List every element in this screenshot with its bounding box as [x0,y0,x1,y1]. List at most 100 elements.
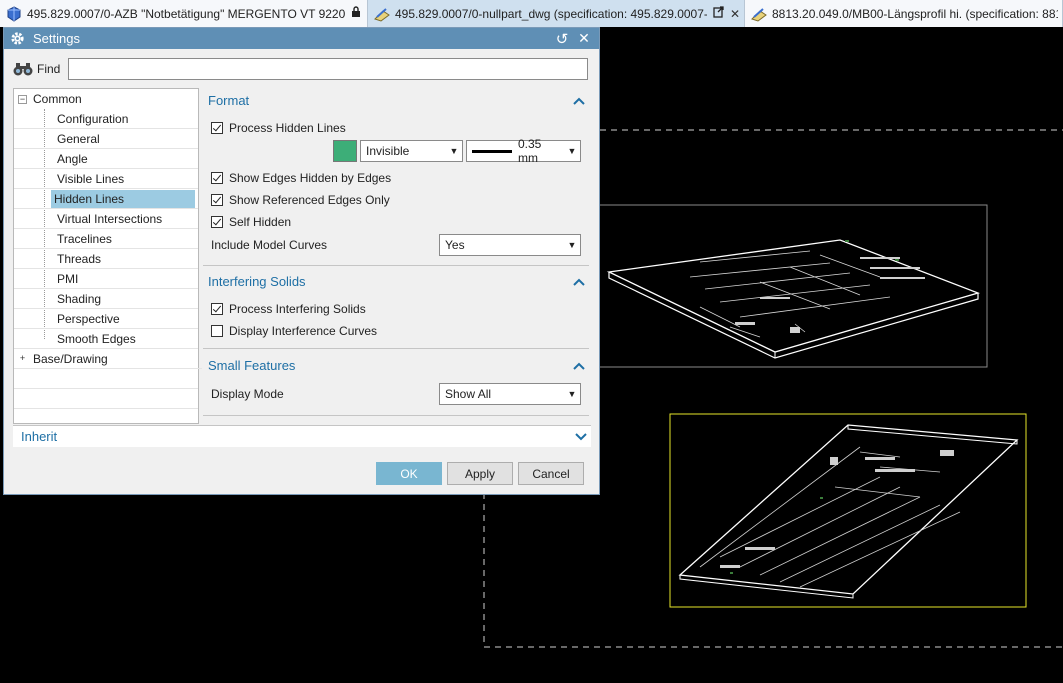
tree-node-common[interactable]: − Common [18,89,202,109]
show-referenced-edges-checkbox[interactable]: Show Referenced Edges Only [211,191,390,209]
close-tab-icon[interactable]: ✕ [730,7,740,21]
section-title: Inherit [21,429,58,444]
small-features-section: Small Features Display Mode Show All ▼ [203,353,589,416]
tree-item-perspective[interactable]: Perspective [14,309,198,329]
tree-item-label: Threads [57,252,102,266]
export-icon[interactable] [713,6,724,21]
checkbox-label: Show Edges Hidden by Edges [229,171,392,185]
hidden-line-color-swatch[interactable] [333,140,357,162]
format-section: Format Process Hidden Lines Invisible ▼ 0… [203,88,589,266]
drawing-view-2[interactable] [669,413,1027,608]
include-model-curves-dropdown[interactable]: Yes ▼ [439,234,581,256]
settings-dialog: Settings ↺ ✕ Find − Common Configuration… [3,27,600,495]
checkbox-label: Process Hidden Lines [229,121,346,135]
section-title: Interfering Solids [208,273,306,289]
cancel-button[interactable]: Cancel [518,462,584,485]
small-features-header[interactable]: Small Features [203,353,589,377]
tab-label: 495.829.0007/0-nullpart_dwg (specificati… [395,6,707,21]
dialog-title: Settings [33,31,80,46]
reset-icon[interactable]: ↺ [553,30,571,48]
tree-item-label: Virtual Intersections [57,212,163,226]
inherit-section-header[interactable]: Inherit [13,425,591,447]
dropdown-arrow-icon: ▼ [567,146,577,156]
include-model-curves-label: Include Model Curves [211,238,328,252]
find-input[interactable] [68,58,589,80]
checkbox-checked[interactable] [211,172,223,184]
display-interference-curves-checkbox[interactable]: Display Interference Curves [211,322,377,340]
tree-item-angle[interactable]: Angle [14,149,198,169]
dropdown-arrow-icon: ▼ [567,240,577,250]
tree-item-label: Shading [57,292,102,306]
tree-item-label: Perspective [57,312,120,326]
lock-icon [351,6,361,21]
tree-item-threads[interactable]: Threads [14,249,198,269]
interfering-header[interactable]: Interfering Solids [203,269,589,293]
binoculars-icon [13,63,33,76]
dropdown-value: Yes [445,238,465,252]
collapse-icon[interactable]: − [18,94,27,104]
dropdown-arrow-icon: ▼ [449,146,459,156]
show-edges-hidden-checkbox[interactable]: Show Edges Hidden by Edges [211,169,391,187]
tree-item-label: General [57,132,100,146]
document-tab-bar: 495.829.0007/0-AZB "Notbetätigung" MERGE… [0,0,1063,27]
checkbox-unchecked[interactable] [211,325,223,337]
expand-section-icon[interactable] [571,429,591,444]
checkbox-checked[interactable] [211,122,223,134]
settings-tree: − Common Configuration General Angle Vis… [13,88,202,424]
self-hidden-checkbox[interactable]: Self Hidden [211,213,291,231]
tree-item-pmi[interactable]: PMI [14,269,198,289]
dropdown-value: Show All [445,387,492,401]
tree-item-configuration[interactable]: Configuration [14,109,198,129]
tree-item-label: Angle [57,152,88,166]
process-hidden-lines-checkbox[interactable]: Process Hidden Lines [211,119,346,137]
tree-item-label: Smooth Edges [57,332,136,346]
interfering-solids-section: Interfering Solids Process Interfering S… [203,269,589,349]
checkbox-checked[interactable] [211,216,223,228]
drawing-icon [751,7,767,22]
tree-item-general[interactable]: General [14,129,198,149]
expand-icon[interactable]: + [18,353,27,364]
settings-panel: Format Process Hidden Lines Invisible ▼ 0… [203,88,590,422]
tree-item-label: Hidden Lines [51,190,195,208]
line-font-dropdown[interactable]: Invisible ▼ [360,140,463,162]
tree-node-label: Common [33,92,82,106]
tree-item-label: Configuration [57,112,129,126]
find-row: Find [12,58,592,80]
document-tab-laengsprofil[interactable]: 8813.20.049.0/MB00-Längsprofil hi. (spec… [745,0,1063,27]
tree-item-shading[interactable]: Shading [14,289,198,309]
drawing-view-1[interactable] [559,204,988,368]
apply-button[interactable]: Apply [447,462,513,485]
part-icon [7,5,21,22]
collapse-section-icon[interactable] [569,274,589,289]
tree-item-virtual-intersections[interactable]: Virtual Intersections [14,209,198,229]
document-tab-nullpart-dwg[interactable]: 495.829.0007/0-nullpart_dwg (specificati… [368,0,745,27]
tree-item-tracelines[interactable]: Tracelines [14,229,198,249]
checkbox-checked[interactable] [211,194,223,206]
gear-icon [11,32,24,45]
checkbox-label: Display Interference Curves [229,324,378,338]
tree-item-smooth-edges[interactable]: Smooth Edges [14,329,198,349]
section-title: Format [208,92,250,108]
checkbox-label: Self Hidden [229,215,292,229]
dialog-title-bar[interactable]: Settings ↺ ✕ [4,28,599,49]
tree-item-visible-lines[interactable]: Visible Lines [14,169,198,189]
tab-label: 495.829.0007/0-AZB "Notbetätigung" MERGE… [27,6,346,21]
find-label: Find [37,62,61,76]
collapse-section-icon[interactable] [569,93,589,108]
checkbox-label: Show Referenced Edges Only [229,193,390,207]
line-width-dropdown[interactable]: 0.35 mm ▼ [466,137,581,165]
dropdown-value: 0.35 mm [518,137,542,165]
tree-node-base-drawing[interactable]: + Base/Drawing [14,349,202,369]
document-tab-azb[interactable]: 495.829.0007/0-AZB "Notbetätigung" MERGE… [0,0,368,27]
tree-node-label: Base/Drawing [33,352,108,366]
tree-item-hidden-lines[interactable]: Hidden Lines [14,189,198,209]
close-icon[interactable]: ✕ [575,30,593,48]
display-mode-dropdown[interactable]: Show All ▼ [439,383,581,405]
checkbox-checked[interactable] [211,303,223,315]
ok-button[interactable]: OK [376,462,442,485]
dropdown-arrow-icon: ▼ [567,389,577,399]
tree-item-label: PMI [57,272,79,286]
format-header[interactable]: Format [203,88,589,112]
collapse-section-icon[interactable] [569,358,589,373]
process-interfering-solids-checkbox[interactable]: Process Interfering Solids [211,300,366,318]
